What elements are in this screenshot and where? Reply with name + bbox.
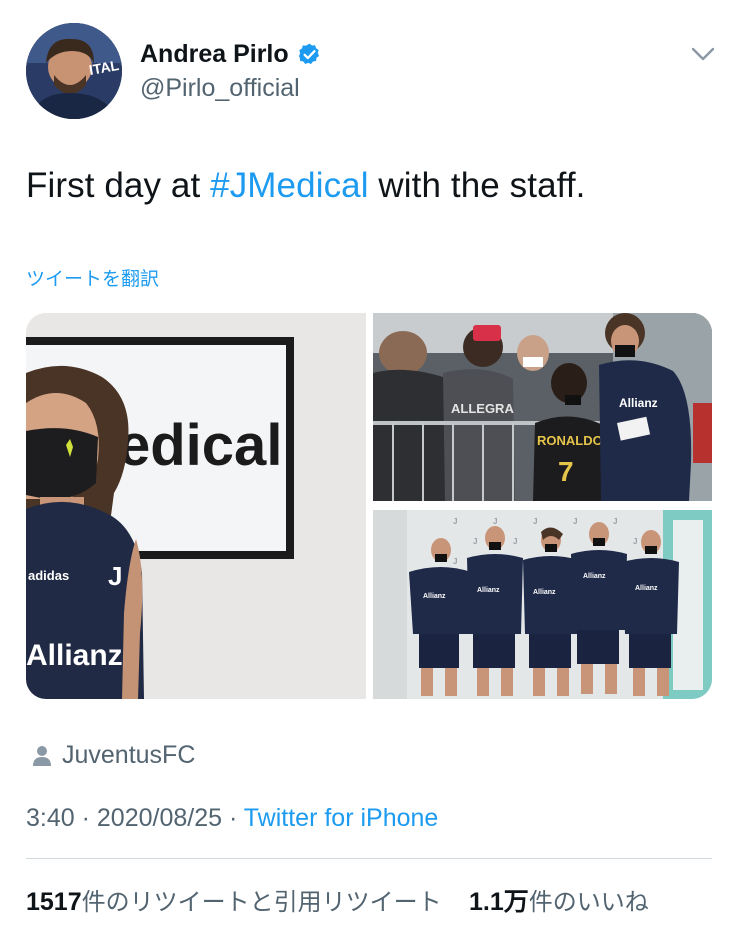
retweets-count: 1517 [26, 888, 82, 916]
media-grid: edical adidas J Allianz ALLEGRA RONALDO … [26, 313, 712, 699]
photo-3[interactable]: JJJJJ JJJJJ JJJJJ Allianz Allianz [373, 510, 712, 699]
verified-badge-icon [298, 43, 319, 64]
photo-2-jersey-number: 7 [558, 456, 574, 487]
photo-2[interactable]: ALLEGRA RONALDO 7 Allianz [373, 313, 712, 501]
svg-text:Allianz: Allianz [423, 593, 446, 600]
svg-text:J: J [633, 537, 637, 546]
photo-3-image: JJJJJ JJJJJ JJJJJ Allianz Allianz [373, 510, 712, 699]
divider [26, 858, 712, 859]
source-row: JuventusFC [32, 741, 195, 770]
svg-text:Allianz: Allianz [26, 639, 123, 672]
svg-text:J: J [533, 517, 537, 526]
svg-text:adidas: adidas [28, 568, 69, 583]
svg-text:J: J [573, 517, 577, 526]
retweets-label: 件のリツイートと引用リツイート [81, 889, 442, 916]
meta-separator: · [74, 804, 97, 832]
photo-1[interactable]: edical adidas J Allianz [26, 313, 366, 699]
likes-label: 件のいいね [528, 889, 649, 916]
svg-text:J: J [513, 537, 517, 546]
tweet-date[interactable]: 2020/08/25 [97, 804, 222, 832]
retweets-stat[interactable]: 1517件のリツイートと引用リツイート [26, 888, 442, 916]
engagement-stats: 1517件のリツイートと引用リツイート 1.1万件のいいね [26, 882, 649, 918]
chevron-down-icon[interactable] [690, 44, 716, 64]
author-handle[interactable]: @Pirlo_official [140, 74, 300, 103]
tweet-text-after: with the staff. [368, 166, 586, 205]
photo-2-jersey-text: RONALDO [537, 433, 603, 448]
source-label[interactable]: JuventusFC [62, 741, 195, 770]
tweet-text: First day at #JMedical with the staff. [26, 166, 586, 206]
person-icon [33, 745, 51, 766]
svg-text:Allianz: Allianz [619, 396, 658, 410]
translate-tweet-link[interactable]: ツイートを翻訳 [26, 264, 159, 291]
svg-text:J: J [453, 557, 457, 566]
hashtag-link[interactable]: #JMedical [210, 166, 368, 205]
client-link[interactable]: Twitter for iPhone [244, 804, 439, 832]
tweet-time[interactable]: 3:40 [26, 804, 75, 832]
likes-count: 1.1万 [468, 888, 529, 916]
svg-text:J: J [108, 561, 122, 591]
svg-text:J: J [473, 537, 477, 546]
likes-stat[interactable]: 1.1万件のいいね [468, 888, 649, 916]
svg-text:Allianz: Allianz [477, 587, 500, 594]
svg-text:J: J [493, 517, 497, 526]
photo-1-image: edical adidas J Allianz [26, 313, 366, 699]
svg-text:J: J [453, 517, 457, 526]
svg-text:Allianz: Allianz [583, 573, 606, 580]
photo-2-image: ALLEGRA RONALDO 7 Allianz [373, 313, 712, 501]
avatar-image: ITAL [26, 23, 122, 119]
tweet-text-before: First day at [26, 166, 211, 205]
svg-text:Allianz: Allianz [635, 585, 658, 592]
author-name-row[interactable]: Andrea Pirlo [140, 40, 322, 69]
svg-text:Allianz: Allianz [533, 589, 556, 596]
photo-1-sign-text: edical [118, 413, 282, 478]
svg-text:ALLEGRA: ALLEGRA [451, 401, 514, 416]
timestamp-row: 3:40 · 2020/08/25 · Twitter for iPhone [26, 804, 438, 833]
meta-separator: · [222, 804, 244, 832]
svg-text:J: J [613, 517, 617, 526]
avatar[interactable]: ITAL [26, 23, 122, 119]
author-display-name[interactable]: Andrea Pirlo [140, 40, 289, 69]
